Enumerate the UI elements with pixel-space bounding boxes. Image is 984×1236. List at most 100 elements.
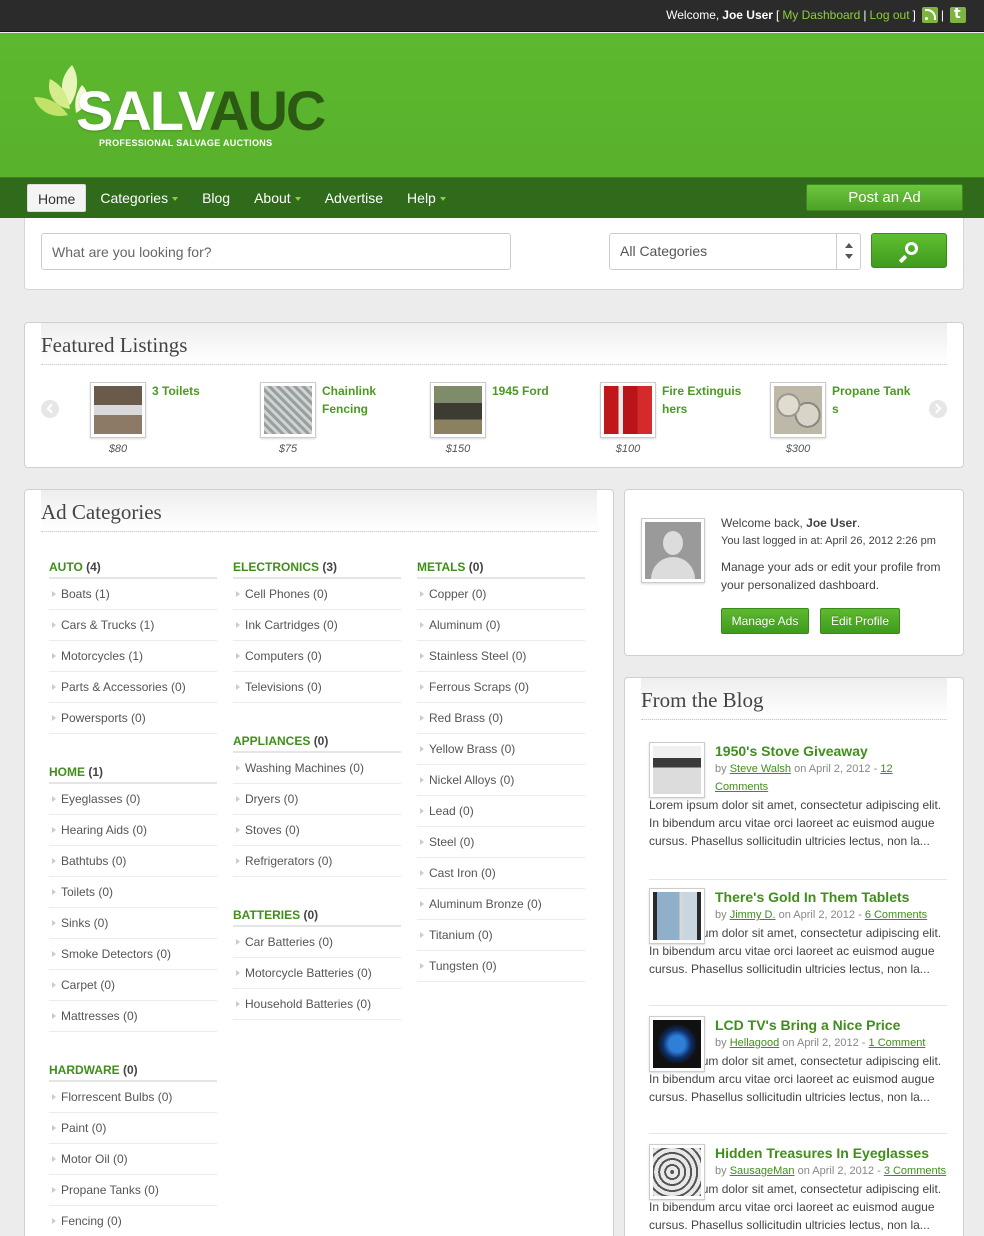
subcategory-link[interactable]: Computers (0) xyxy=(233,641,401,672)
featured-thumb[interactable] xyxy=(600,382,656,438)
post-ad-button[interactable]: Post an Ad xyxy=(806,184,963,211)
subcategory-link[interactable]: Household Batteries (0) xyxy=(233,989,401,1020)
blog-post-title[interactable]: Hidden Treasures In Eyeglasses xyxy=(715,1144,947,1162)
category-name[interactable]: APPLIANCES xyxy=(233,734,310,748)
logout-link[interactable]: Log out xyxy=(869,8,909,22)
subcategory-link[interactable]: Titanium (0) xyxy=(417,920,585,951)
carousel-next-arrow-icon[interactable] xyxy=(929,400,947,418)
nav-help[interactable]: Help xyxy=(397,184,456,212)
blog-author-link[interactable]: Hellagood xyxy=(730,1037,780,1049)
subcategory-link[interactable]: Steel (0) xyxy=(417,827,585,858)
category-name[interactable]: AUTO xyxy=(49,560,83,574)
my-dashboard-link[interactable]: My Dashboard xyxy=(782,8,860,22)
category-heading[interactable]: BATTERIES (0) xyxy=(233,908,401,927)
subcategory-link[interactable]: Cars & Trucks (1) xyxy=(49,610,217,641)
nav-blog[interactable]: Blog xyxy=(192,184,240,212)
subcategory-link[interactable]: Carpet (0) xyxy=(49,970,217,1001)
featured-item-title[interactable]: 1945 Ford xyxy=(492,382,576,400)
subcategory-link[interactable]: Motor Oil (0) xyxy=(49,1144,217,1175)
subcategory-link[interactable]: Paint (0) xyxy=(49,1113,217,1144)
subcategory-link[interactable]: Ferrous Scraps (0) xyxy=(417,672,585,703)
rss-icon[interactable] xyxy=(921,7,938,23)
category-heading[interactable]: HOME (1) xyxy=(49,765,217,784)
category-name[interactable]: METALS xyxy=(417,560,465,574)
subcategory-link[interactable]: Mattresses (0) xyxy=(49,1001,217,1032)
carousel-prev-arrow-icon[interactable] xyxy=(41,400,59,418)
subcategory-link[interactable]: Stoves (0) xyxy=(233,815,401,846)
category-heading[interactable]: ELECTRONICS (3) xyxy=(233,560,401,579)
blog-comments-link[interactable]: 1 Comment xyxy=(869,1037,926,1049)
category-heading[interactable]: METALS (0) xyxy=(417,560,585,579)
avatar[interactable] xyxy=(641,518,705,583)
subcategory-link[interactable]: Powersports (0) xyxy=(49,703,217,734)
blog-post-title[interactable]: 1950's Stove Giveaway xyxy=(715,742,947,760)
subcategory-link[interactable]: Sinks (0) xyxy=(49,908,217,939)
featured-item[interactable]: Propane Tanks $300 xyxy=(770,382,920,462)
subcategory-link[interactable]: Boats (1) xyxy=(49,579,217,610)
site-logo[interactable]: SALVAUC PROFESSIONAL SALVAGE AUCTIONS xyxy=(32,63,332,153)
featured-item-title[interactable]: 3 Toilets xyxy=(152,382,236,400)
nav-categories[interactable]: Categories xyxy=(90,184,188,212)
category-name[interactable]: BATTERIES xyxy=(233,908,300,922)
blog-author-link[interactable]: SausageMan xyxy=(730,1165,795,1177)
subcategory-link[interactable]: Cell Phones (0) xyxy=(233,579,401,610)
featured-item[interactable]: Fire Extinguishers $100 xyxy=(600,382,750,462)
featured-item[interactable]: Chainlink Fencing $75 xyxy=(260,382,410,462)
subcategory-link[interactable]: Fencing (0) xyxy=(49,1206,217,1236)
blog-thumb[interactable] xyxy=(649,1144,705,1200)
category-name[interactable]: HARDWARE xyxy=(49,1063,120,1077)
featured-thumb[interactable] xyxy=(430,382,486,438)
nav-home[interactable]: Home xyxy=(27,184,87,212)
subcategory-link[interactable]: Stainless Steel (0) xyxy=(417,641,585,672)
featured-item-title[interactable]: Chainlink Fencing xyxy=(322,382,406,418)
blog-comments-link[interactable]: 6 Comments xyxy=(865,909,927,921)
blog-author-link[interactable]: Steve Walsh xyxy=(730,763,791,775)
subcategory-link[interactable]: Propane Tanks (0) xyxy=(49,1175,217,1206)
subcategory-link[interactable]: Motorcycles (1) xyxy=(49,641,217,672)
blog-thumb[interactable] xyxy=(649,1016,705,1072)
subcategory-link[interactable]: Cast Iron (0) xyxy=(417,858,585,889)
manage-ads-button[interactable]: Manage Ads xyxy=(721,608,809,634)
category-name[interactable]: HOME xyxy=(49,765,85,779)
featured-thumb[interactable] xyxy=(770,382,826,438)
subcategory-link[interactable]: Copper (0) xyxy=(417,579,585,610)
subcategory-link[interactable]: Aluminum Bronze (0) xyxy=(417,889,585,920)
category-heading[interactable]: APPLIANCES (0) xyxy=(233,734,401,753)
search-button[interactable] xyxy=(871,233,947,268)
featured-item-title[interactable]: Propane Tanks xyxy=(832,382,916,418)
subcategory-link[interactable]: Parts & Accessories (0) xyxy=(49,672,217,703)
nav-advertise[interactable]: Advertise xyxy=(315,184,393,212)
blog-thumb[interactable] xyxy=(649,742,705,798)
blog-post-title[interactable]: There's Gold In Them Tablets xyxy=(715,888,947,906)
twitter-icon[interactable] xyxy=(950,6,966,23)
featured-item[interactable]: 1945 Ford $150 xyxy=(430,382,580,462)
subcategory-link[interactable]: Televisions (0) xyxy=(233,672,401,703)
featured-thumb[interactable] xyxy=(260,382,316,438)
subcategory-link[interactable]: Hearing Aids (0) xyxy=(49,815,217,846)
featured-item-title[interactable]: Fire Extinguishers xyxy=(662,382,746,418)
category-heading[interactable]: AUTO (4) xyxy=(49,560,217,579)
subcategory-link[interactable]: Florrescent Bulbs (0) xyxy=(49,1082,217,1113)
subcategory-link[interactable]: Bathtubs (0) xyxy=(49,846,217,877)
nav-about[interactable]: About xyxy=(244,184,311,212)
subcategory-link[interactable]: Car Batteries (0) xyxy=(233,927,401,958)
blog-author-link[interactable]: Jimmy D. xyxy=(730,909,776,921)
subcategory-link[interactable]: Dryers (0) xyxy=(233,784,401,815)
subcategory-link[interactable]: Aluminum (0) xyxy=(417,610,585,641)
subcategory-link[interactable]: Refrigerators (0) xyxy=(233,846,401,877)
subcategory-link[interactable]: Nickel Alloys (0) xyxy=(417,765,585,796)
subcategory-link[interactable]: Motorcycle Batteries (0) xyxy=(233,958,401,989)
edit-profile-button[interactable]: Edit Profile xyxy=(820,608,900,634)
blog-thumb[interactable] xyxy=(649,888,705,944)
subcategory-link[interactable]: Tungsten (0) xyxy=(417,951,585,982)
featured-item[interactable]: 3 Toilets $80 xyxy=(90,382,240,462)
subcategory-link[interactable]: Washing Machines (0) xyxy=(233,753,401,784)
subcategory-link[interactable]: Lead (0) xyxy=(417,796,585,827)
subcategory-link[interactable]: Red Brass (0) xyxy=(417,703,585,734)
subcategory-link[interactable]: Ink Cartridges (0) xyxy=(233,610,401,641)
category-select[interactable]: All Categories xyxy=(609,233,861,270)
featured-thumb[interactable] xyxy=(90,382,146,438)
search-input[interactable] xyxy=(41,233,511,270)
subcategory-link[interactable]: Yellow Brass (0) xyxy=(417,734,585,765)
subcategory-link[interactable]: Eyeglasses (0) xyxy=(49,784,217,815)
